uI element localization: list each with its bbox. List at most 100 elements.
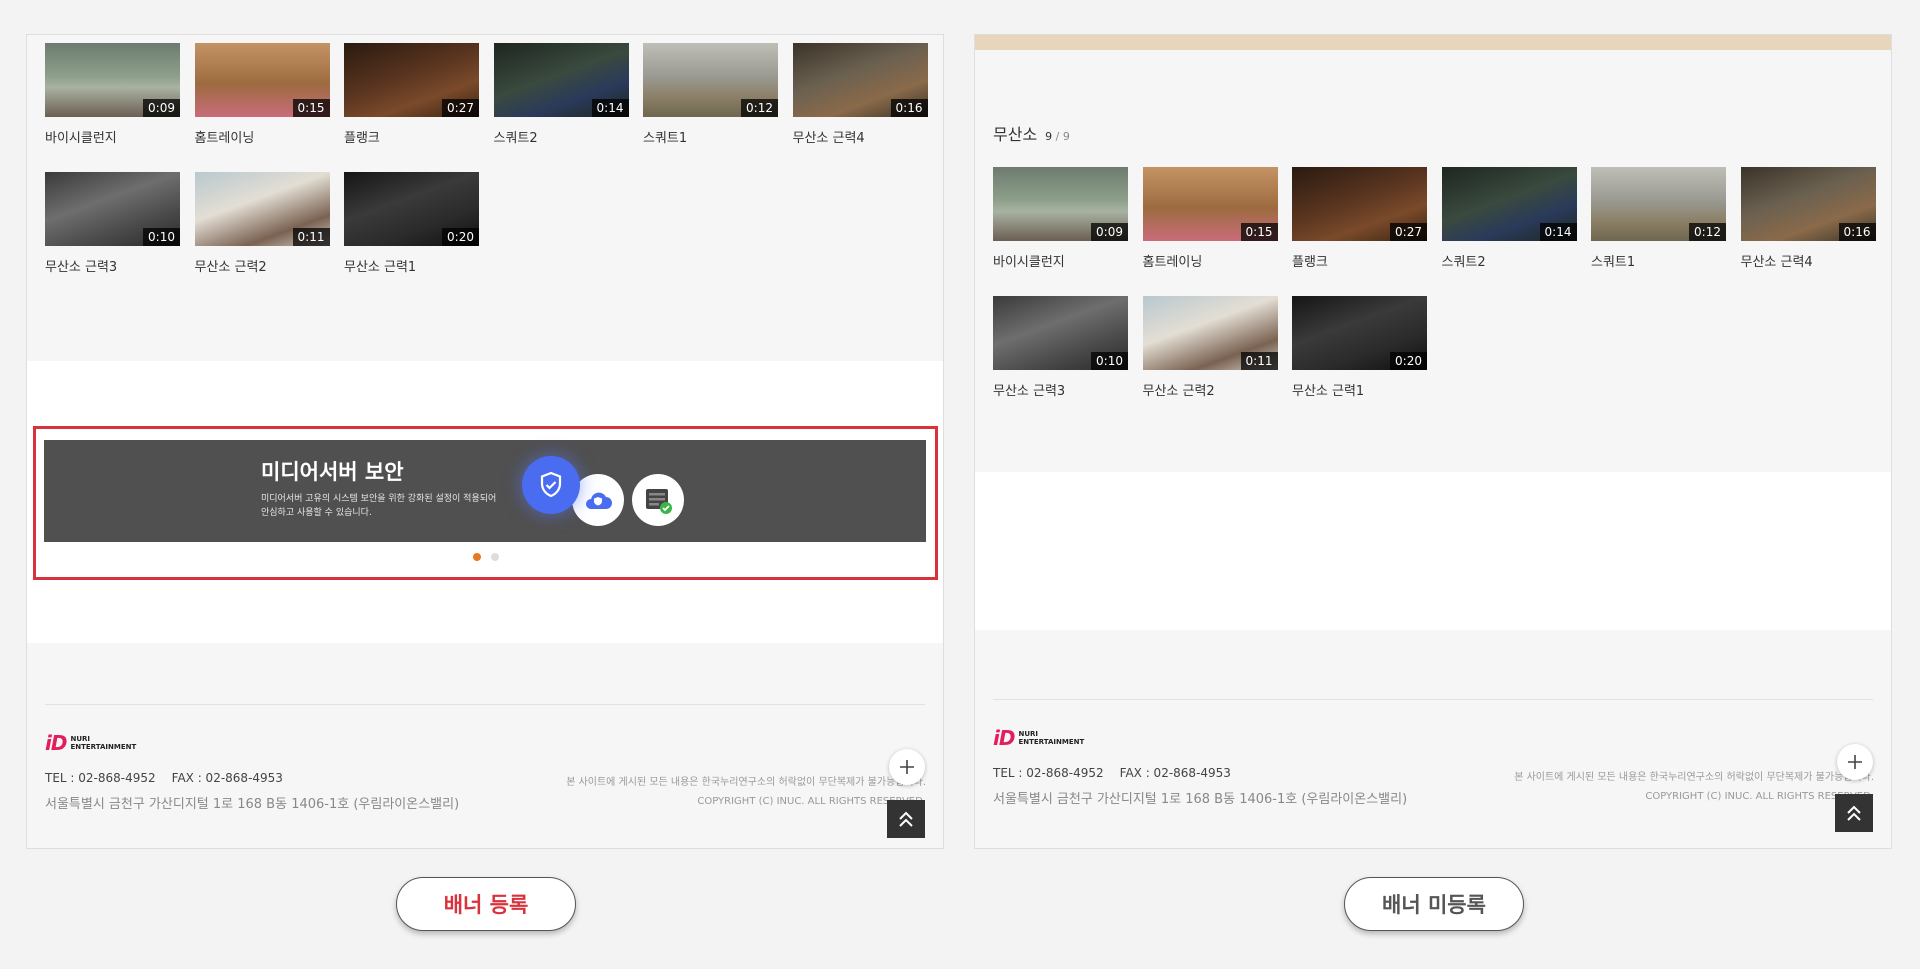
video-card[interactable]: 0:12 스쿼트1 [1591,167,1726,270]
video-card[interactable]: 0:15 홈트레이닝 [194,43,330,146]
duration-badge: 0:16 [890,99,928,117]
video-title[interactable]: 바이시클런지 [45,127,180,146]
video-card[interactable]: 0:12 스쿼트1 [643,43,778,146]
video-card[interactable]: 0:11 무산소 근력2 [194,172,330,275]
video-title[interactable]: 무산소 근력2 [1143,380,1278,399]
video-card[interactable]: 0:09 바이시클런지 [45,43,180,146]
video-card[interactable]: 0:15 홈트레이닝 [1142,167,1278,270]
plus-button[interactable] [1837,744,1873,780]
video-card[interactable]: 0:11 무산소 근력2 [1142,296,1278,399]
video-thumbnail[interactable]: 0:16 [1740,167,1876,241]
video-thumbnail[interactable]: 0:27 [344,43,479,117]
footer-tel: TEL : 02-868-4952 [45,771,156,785]
pagination-dot-active[interactable] [473,553,481,561]
video-thumbnail[interactable]: 0:14 [493,43,629,117]
duration-badge: 0:12 [1689,223,1726,241]
video-title[interactable]: 무산소 근력4 [793,127,928,146]
footer-contact: TEL : 02-868-4952 FAX : 02-868-4953 [993,766,1231,780]
video-title[interactable]: 스쿼트1 [643,127,778,146]
video-title[interactable]: 무산소 근력2 [195,256,330,275]
footer-address: 서울특별시 금천구 가산디지털 1로 168 B동 1406-1호 (우림라이온… [45,797,460,812]
logo-text: ENTERTAINMENT [70,743,137,751]
video-thumbnail[interactable]: 0:09 [993,167,1128,241]
footer-logo: iD NURI ENTERTAINMENT [45,731,136,755]
video-card[interactable]: 0:14 스쿼트2 [1441,167,1577,270]
video-card[interactable]: 0:16 무산소 근력4 [792,43,928,146]
preview-without-banner: 무산소 9 / 9 0:09 바이시클런지 0:15 홈트레이닝 0:27 플랭크 0:… [974,34,1892,849]
duration-badge: 0:09 [1091,223,1128,241]
plus-icon [1848,755,1862,769]
video-thumbnail[interactable]: 0:10 [993,296,1128,370]
video-title[interactable]: 홈트레이닝 [195,127,330,146]
duration-badge: 0:14 [591,99,629,117]
video-thumbnail[interactable]: 0:15 [1142,167,1278,241]
video-thumbnail[interactable]: 0:09 [45,43,180,117]
video-title[interactable]: 홈트레이닝 [1143,251,1278,270]
video-thumbnail[interactable]: 0:11 [194,172,330,246]
video-thumbnail[interactable]: 0:16 [792,43,928,117]
footer-tel: TEL : 02-868-4952 [993,766,1104,780]
video-title[interactable]: 스쿼트2 [1442,251,1577,270]
footer-fax: FAX : 02-868-4953 [1119,766,1231,780]
video-title[interactable]: 무산소 근력3 [45,256,180,275]
video-thumbnail[interactable]: 0:11 [1142,296,1278,370]
section-name: 무산소 [993,125,1038,144]
preview-with-banner: 0:09 바이시클런지 0:15 홈트레이닝 0:27 플랭크 0:14 스쿼트2 0:… [26,34,944,849]
video-thumbnail[interactable]: 0:10 [45,172,180,246]
video-title[interactable]: 스쿼트2 [494,127,629,146]
duration-badge: 0:27 [442,99,479,117]
pagination-dot[interactable] [491,553,499,561]
video-card[interactable]: 0:27 플랭크 [344,43,479,146]
video-thumbnail[interactable]: 0:27 [1292,167,1427,241]
duration-badge: 0:11 [292,228,330,246]
video-thumbnail[interactable]: 0:20 [1292,296,1427,370]
video-card[interactable]: 0:20 무산소 근력1 [1292,296,1427,399]
video-card[interactable]: 0:10 무산소 근력3 [45,172,180,275]
section-total: / 9 [1055,130,1070,143]
logo-text: NURI [70,735,91,743]
video-card[interactable]: 0:09 바이시클런지 [993,167,1128,270]
duration-badge: 0:20 [442,228,479,246]
video-card[interactable]: 0:20 무산소 근력1 [344,172,479,275]
video-thumbnail[interactable]: 0:12 [643,43,778,117]
video-title[interactable]: 무산소 근력3 [993,380,1128,399]
video-title[interactable]: 바이시클런지 [993,251,1128,270]
video-card[interactable]: 0:27 플랭크 [1292,167,1427,270]
logo-text: NURI [1018,730,1039,738]
video-grid: 0:09 바이시클런지 0:15 홈트레이닝 0:27 플랭크 0:14 스쿼트2 0:… [993,167,1876,399]
footer-divider [45,704,925,705]
duration-badge: 0:15 [292,99,330,117]
scroll-top-button[interactable] [887,800,925,838]
duration-badge: 0:10 [143,228,180,246]
logo-text: ENTERTAINMENT [1018,738,1085,746]
section-count: 9 [1045,130,1053,143]
video-title[interactable]: 무산소 근력1 [1292,380,1427,399]
duration-badge: 0:12 [741,99,778,117]
video-title[interactable]: 무산소 근력4 [1741,251,1876,270]
banner-registered-label[interactable]: 배너 등록 [396,877,576,931]
banner-unregistered-label[interactable]: 배너 미등록 [1344,877,1524,931]
video-title[interactable]: 스쿼트1 [1591,251,1726,270]
video-card[interactable]: 0:16 무산소 근력4 [1740,167,1876,270]
duration-badge: 0:10 [1091,352,1128,370]
scroll-top-button[interactable] [1835,794,1873,832]
video-card[interactable]: 0:14 스쿼트2 [493,43,629,146]
duration-badge: 0:20 [1390,352,1427,370]
video-title[interactable]: 플랭크 [1292,251,1427,270]
video-thumbnail[interactable]: 0:14 [1441,167,1577,241]
video-title[interactable]: 플랭크 [344,127,479,146]
video-grid: 0:09 바이시클런지 0:15 홈트레이닝 0:27 플랭크 0:14 스쿼트2 0:… [45,43,928,275]
duration-badge: 0:16 [1838,223,1876,241]
empty-banner-section [975,472,1891,630]
video-title[interactable]: 무산소 근력1 [344,256,479,275]
video-thumbnail[interactable]: 0:15 [194,43,330,117]
plus-button[interactable] [889,749,925,785]
video-thumbnail[interactable]: 0:12 [1591,167,1726,241]
video-card[interactable]: 0:10 무산소 근력3 [993,296,1128,399]
nuri-logo-mark-icon: iD [993,726,1015,750]
video-thumbnail[interactable]: 0:20 [344,172,479,246]
footer-logo: iD NURI ENTERTAINMENT [993,726,1084,750]
footer-address: 서울특별시 금천구 가산디지털 1로 168 B동 1406-1호 (우림라이온… [993,792,1408,807]
footer-notice: 본 사이트에 게시된 모든 내용은 한국누리연구소의 허락없이 무단복제가 불가… [566,777,926,788]
duration-badge: 0:27 [1390,223,1427,241]
